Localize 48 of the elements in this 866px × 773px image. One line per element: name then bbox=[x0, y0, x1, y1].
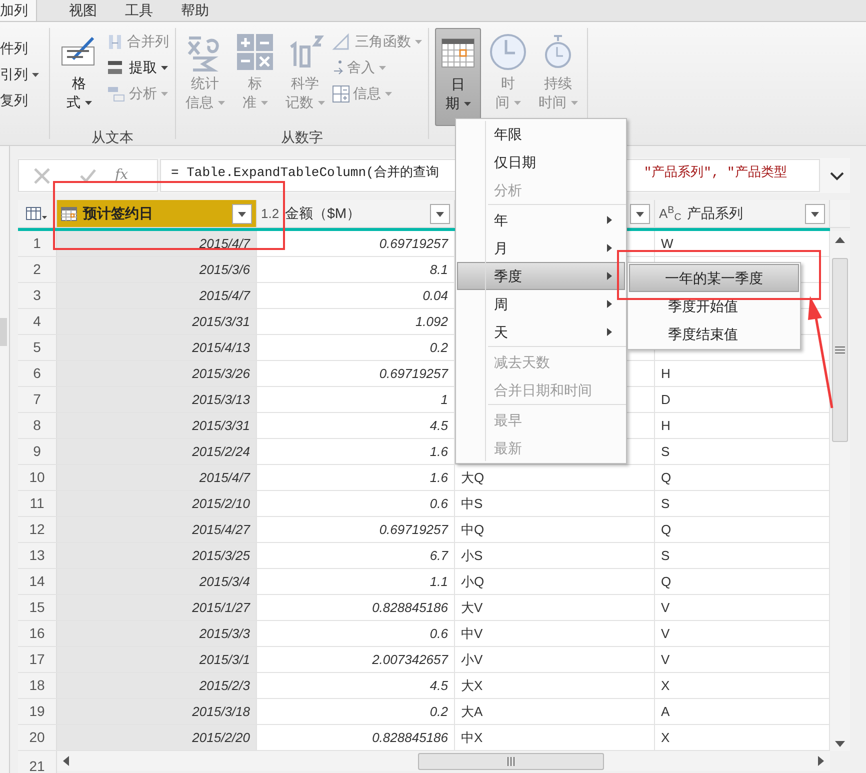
table-cell: 2015/2/24 bbox=[57, 439, 257, 464]
table-cell: 2015/4/7 bbox=[57, 231, 257, 256]
table-cell: 2015/2/10 bbox=[57, 491, 257, 516]
table-cell: 2015/3/18 bbox=[57, 699, 257, 724]
column-title: 预计签约日 bbox=[83, 204, 153, 220]
row-number: 9 bbox=[18, 439, 57, 464]
row-number: 4 bbox=[18, 309, 57, 334]
table-cell: 2015/3/26 bbox=[57, 361, 257, 386]
table-cell: 2015/3/25 bbox=[57, 543, 257, 568]
row-number: 1 bbox=[18, 231, 57, 256]
table-cell: 2015/3/3 bbox=[57, 621, 257, 646]
table-cell: 2015/1/27 bbox=[57, 595, 257, 620]
row-number: 13 bbox=[18, 543, 57, 568]
row-number: 8 bbox=[18, 413, 57, 438]
column-title: 产品系列 bbox=[687, 204, 744, 220]
row-number: 10 bbox=[18, 465, 57, 490]
row-number: 14 bbox=[18, 569, 57, 594]
row-number: 6 bbox=[18, 361, 57, 386]
row-number: 18 bbox=[18, 673, 57, 698]
table-cell: 2015/3/4 bbox=[57, 569, 257, 594]
row-number: 11 bbox=[18, 491, 57, 516]
row-number: 5 bbox=[18, 335, 57, 360]
group-label: 从数字 bbox=[280, 128, 324, 147]
column-title: 金额（$M） bbox=[285, 204, 361, 220]
table-cell: 2015/4/7 bbox=[57, 465, 257, 490]
row-number: 3 bbox=[18, 283, 57, 308]
row-number: 7 bbox=[18, 387, 57, 412]
row-number: 16 bbox=[18, 621, 57, 646]
formula-text: = Table.ExpandTableColumn(合并的查询 bbox=[171, 164, 439, 182]
row-number: 12 bbox=[18, 517, 57, 542]
table-cell: 2015/3/1 bbox=[57, 647, 257, 672]
table-cell: 2015/4/7 bbox=[57, 283, 257, 308]
formula-text: "产品系列", "产品类型 bbox=[644, 164, 787, 182]
table-cell: 2015/3/31 bbox=[57, 413, 257, 438]
table-cell: 2015/4/27 bbox=[57, 517, 257, 542]
type-label: 1.2 bbox=[261, 204, 280, 223]
table-cell: 2015/4/13 bbox=[57, 335, 257, 360]
row-number: 17 bbox=[18, 647, 57, 672]
row-number: 15 bbox=[18, 595, 57, 620]
table-cell: 2015/3/31 bbox=[57, 309, 257, 334]
row-number: 19 bbox=[18, 699, 57, 724]
table-cell: 2015/2/3 bbox=[57, 673, 257, 698]
table-cell: 2015/2/20 bbox=[57, 725, 257, 750]
table-cell: 2015/3/13 bbox=[57, 387, 257, 412]
row-number: 2 bbox=[18, 257, 57, 282]
group-label: 从文本 bbox=[90, 128, 134, 147]
row-number: 20 bbox=[18, 725, 57, 750]
table-cell: 2015/3/6 bbox=[57, 257, 257, 282]
